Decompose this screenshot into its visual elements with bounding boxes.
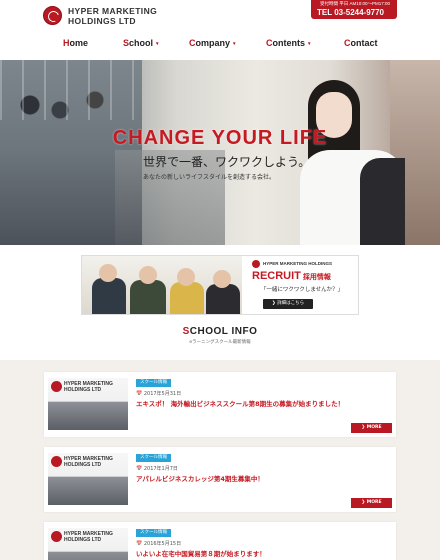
- hero-woman-jacket: [360, 158, 405, 245]
- recruit-info: HYPER MARKETING HOLDINGS RECRUIT 採用情報 「一緒…: [252, 256, 358, 314]
- nav-item-label: ompany: [195, 38, 231, 48]
- school-heading-rest: CHOOL INFO: [189, 326, 258, 337]
- nav-item-contact[interactable]: Contact: [344, 36, 378, 50]
- recruit-person: [206, 284, 240, 314]
- nav-item-label: chool: [129, 38, 154, 48]
- news-date: 📅 2017年1月7日: [136, 466, 178, 472]
- hero-photo-window: [0, 60, 142, 120]
- nav-item-school[interactable]: School ▾: [123, 36, 159, 51]
- chevron-down-icon: ▾: [308, 40, 311, 47]
- recruit-person: [92, 278, 126, 314]
- chevron-down-icon: ▾: [156, 40, 159, 47]
- chevron-down-icon: ▾: [233, 40, 236, 47]
- logo-line-1: HYPER MARKETING: [68, 6, 158, 16]
- recruit-title-main: RECRUIT: [252, 270, 301, 282]
- thumbnail-logo-text: HYPER MARKETING HOLDINGS LTD: [64, 456, 113, 468]
- news-more-button[interactable]: ❯ MORE: [351, 498, 392, 508]
- news-date: 📅 2016年5月15日: [136, 541, 182, 547]
- news-category-badge: スクール情報: [136, 379, 171, 387]
- news-title[interactable]: アパレルビジネスカレッジ第4期生募集中！: [136, 475, 264, 484]
- company-logo-icon[interactable]: [43, 6, 62, 25]
- nav-item-label: ome: [69, 38, 89, 48]
- recruit-photo: [82, 256, 242, 314]
- recruit-tagline: 「一緒にワクワクしませんか？」: [260, 287, 344, 293]
- recruit-company: HYPER MARKETING HOLDINGS: [263, 261, 333, 266]
- contact-hours: 受付時間 平日 AM10:00〜PM17:00: [319, 1, 391, 6]
- news-title[interactable]: エキスポ！ 海外輸出ビジネススクール第8期生の募集が始まりました！: [136, 400, 344, 409]
- news-date: 📅 2017年5月31日: [136, 391, 182, 397]
- news-more-button[interactable]: ❯ MORE: [351, 423, 392, 433]
- news-date-text: 2017年5月31日: [143, 391, 182, 397]
- recruit-person-head: [139, 266, 157, 284]
- thumbnail-logo-line-2: HOLDINGS LTD: [64, 537, 102, 543]
- nav-item-home[interactable]: Home: [63, 36, 88, 50]
- nav-item-company[interactable]: Company ▾: [189, 36, 236, 51]
- recruit-person-head: [177, 268, 195, 286]
- hero-photo-woman: [300, 80, 405, 245]
- hero-caption: あなたの新しいライフスタイルを創造する会社。: [143, 174, 276, 181]
- news-list: HYPER MARKETING HOLDINGS LTD スクール情報 📅 20…: [0, 360, 440, 560]
- news-title[interactable]: いよいよ在宅中国貿易第８期が始まります！: [136, 550, 266, 559]
- contact-box[interactable]: 受付時間 平日 AM10:00〜PM17:00 TEL 03-5244-9770: [311, 0, 397, 19]
- news-category-badge: スクール情報: [136, 454, 171, 462]
- main-nav: Home School ▾ Company ▾ Contents ▾ Contact: [0, 36, 440, 50]
- thumbnail-logo-line-2: HOLDINGS LTD: [64, 387, 102, 393]
- news-date-text: 2016年5月15日: [143, 541, 182, 547]
- hero-banner: CHANGE YOUR LIFE 世界で一番、ワクワクしよう。 あなたの新しいラ…: [0, 60, 440, 245]
- recruit-person: [170, 282, 204, 314]
- recruit-person: [130, 280, 166, 314]
- recruit-banner[interactable]: HYPER MARKETING HOLDINGS RECRUIT 採用情報 「一緒…: [81, 255, 359, 315]
- thumbnail-logo-text: HYPER MARKETING HOLDINGS LTD: [64, 381, 113, 393]
- news-category-badge: スクール情報: [136, 529, 171, 537]
- thumbnail-logo-text: HYPER MARKETING HOLDINGS LTD: [64, 531, 113, 543]
- hero-title: CHANGE YOUR LIFE: [112, 127, 328, 149]
- news-date-text: 2017年1月7日: [143, 466, 178, 472]
- news-thumbnail: HYPER MARKETING HOLDINGS LTD: [48, 453, 128, 505]
- news-thumbnail: HYPER MARKETING HOLDINGS LTD: [48, 378, 128, 430]
- company-logo-icon: [51, 381, 62, 392]
- news-card[interactable]: HYPER MARKETING HOLDINGS LTD スクール情報 📅 20…: [44, 447, 396, 512]
- company-logo-icon: [51, 456, 62, 467]
- school-heading-initial: S: [182, 326, 190, 337]
- recruit-title: RECRUIT 採用情報: [252, 270, 331, 284]
- contact-phone[interactable]: TEL 03-5244-9770: [317, 8, 384, 18]
- news-card[interactable]: HYPER MARKETING HOLDINGS LTD スクール情報 📅 20…: [44, 522, 396, 560]
- nav-item-label: ontents: [272, 38, 306, 48]
- thumbnail-logo-line-2: HOLDINGS LTD: [64, 462, 102, 468]
- school-info-subheading: eラーニングスクール最新情報: [189, 340, 251, 345]
- nav-item-contents[interactable]: Contents ▾: [266, 36, 311, 51]
- recruit-title-sub: 採用情報: [302, 274, 331, 281]
- company-logo-text[interactable]: HYPER MARKETING HOLDINGS LTD: [68, 6, 157, 26]
- school-info-heading: SCHOOL INFO: [0, 326, 440, 338]
- recruit-details-button[interactable]: ❯ 詳細はこちら: [263, 299, 313, 309]
- company-logo-icon: [252, 260, 260, 268]
- logo-line-2: HOLDINGS LTD: [68, 16, 136, 26]
- news-card[interactable]: HYPER MARKETING HOLDINGS LTD スクール情報 📅 20…: [44, 372, 396, 437]
- recruit-person-head: [213, 270, 231, 288]
- news-thumbnail: HYPER MARKETING HOLDINGS LTD: [48, 528, 128, 560]
- site-header: HYPER MARKETING HOLDINGS LTD 受付時間 平日 AM1…: [0, 0, 440, 60]
- recruit-person-head: [99, 264, 117, 282]
- company-logo-icon: [51, 531, 62, 542]
- hero-subtitle: 世界で一番、ワクワクしよう。: [143, 155, 311, 169]
- nav-item-label: ontact: [350, 38, 378, 48]
